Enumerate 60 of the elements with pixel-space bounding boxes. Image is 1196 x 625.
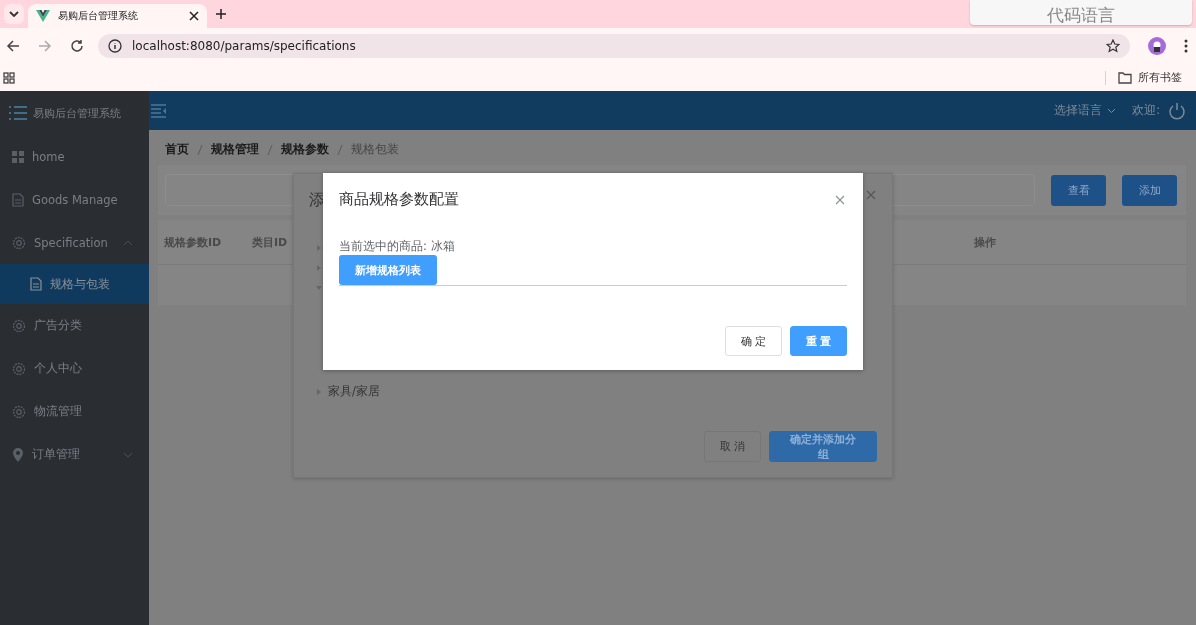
star-icon[interactable]	[1106, 39, 1120, 53]
menu-item[interactable]: home	[0, 135, 149, 178]
apps-icon[interactable]	[3, 71, 15, 84]
breadcrumb-separator-icon	[267, 143, 273, 156]
menu-item[interactable]: Goods Manage	[0, 178, 149, 221]
submenu-item[interactable]: 规格与包装	[0, 264, 149, 304]
tree-node[interactable]: 家具/家居	[328, 384, 380, 399]
breadcrumb-separator-icon	[197, 143, 203, 156]
menu-item[interactable]: 广告分类	[0, 304, 149, 347]
dialog-button[interactable]: 重 置	[790, 326, 847, 356]
folder-icon	[1118, 71, 1132, 84]
breadcrumb-item[interactable]: 首页	[165, 142, 189, 157]
chevron-up-icon	[123, 239, 133, 246]
dialog-title: 商品规格参数配置	[339, 190, 459, 209]
add-spec-list-button[interactable]: 新增规格列表	[339, 255, 437, 285]
breadcrumb-item[interactable]: 规格参数	[281, 142, 329, 157]
grid-icon	[12, 150, 24, 163]
v-logo-icon	[36, 10, 50, 22]
new-tab-icon[interactable]	[215, 8, 227, 20]
column-header: 规格参数ID	[164, 234, 223, 250]
document-icon	[12, 192, 24, 207]
gear-icon	[12, 318, 26, 333]
caret-icon	[9, 11, 19, 17]
power-icon[interactable]	[1168, 101, 1186, 120]
gear-icon	[12, 361, 26, 376]
profile-avatar-icon[interactable]	[1148, 37, 1166, 55]
dialog-button[interactable]: 取 消	[703, 431, 761, 462]
welcome-text: 欢迎:	[1132, 103, 1160, 118]
logo-text: 易购后台管理系统	[33, 105, 121, 121]
bookmarks-folder[interactable]: 所有书签	[1118, 70, 1182, 85]
gear-icon	[12, 404, 26, 419]
document-icon	[30, 277, 42, 291]
toolbar-button[interactable]: 查看	[1051, 174, 1106, 206]
info-icon	[108, 39, 122, 53]
chevron-down-icon	[1107, 107, 1117, 114]
menu-item[interactable]: 个人中心	[0, 347, 149, 390]
popup-text: 代码语言	[1047, 5, 1115, 25]
menu-item[interactable]: 订单管理	[0, 433, 149, 476]
dialog-button[interactable]: 确 定	[725, 326, 782, 356]
close-icon[interactable]	[189, 11, 199, 21]
chevron-down-icon	[123, 451, 133, 458]
breadcrumb-separator-icon	[337, 143, 343, 156]
column-header: 操作	[974, 234, 996, 250]
menu-icon[interactable]	[1184, 39, 1188, 53]
location-pin-icon	[12, 447, 24, 462]
browser-tab[interactable]: 易购后台管理系统	[28, 4, 207, 28]
menu-item[interactable]: Specification	[0, 221, 149, 264]
reload-icon[interactable]	[70, 39, 84, 53]
breadcrumb-item[interactable]: 规格管理	[211, 142, 259, 157]
toolbar-button[interactable]: 添加	[1122, 174, 1177, 206]
tab-list-button[interactable]	[4, 4, 24, 24]
column-header: 类目ID	[252, 234, 288, 250]
selected-goods-text: 当前选中的商品: 冰箱	[339, 239, 456, 254]
gear-icon	[12, 235, 26, 250]
address-bar[interactable]: localhost:8080/params/specifications	[98, 34, 1130, 58]
back-icon[interactable]	[6, 39, 20, 53]
dialog-button[interactable]: 确定并添加分组	[769, 431, 877, 462]
language-dropdown[interactable]: 选择语言	[1054, 103, 1117, 118]
menu-item[interactable]: 物流管理	[0, 390, 149, 433]
list-icon	[9, 106, 27, 120]
